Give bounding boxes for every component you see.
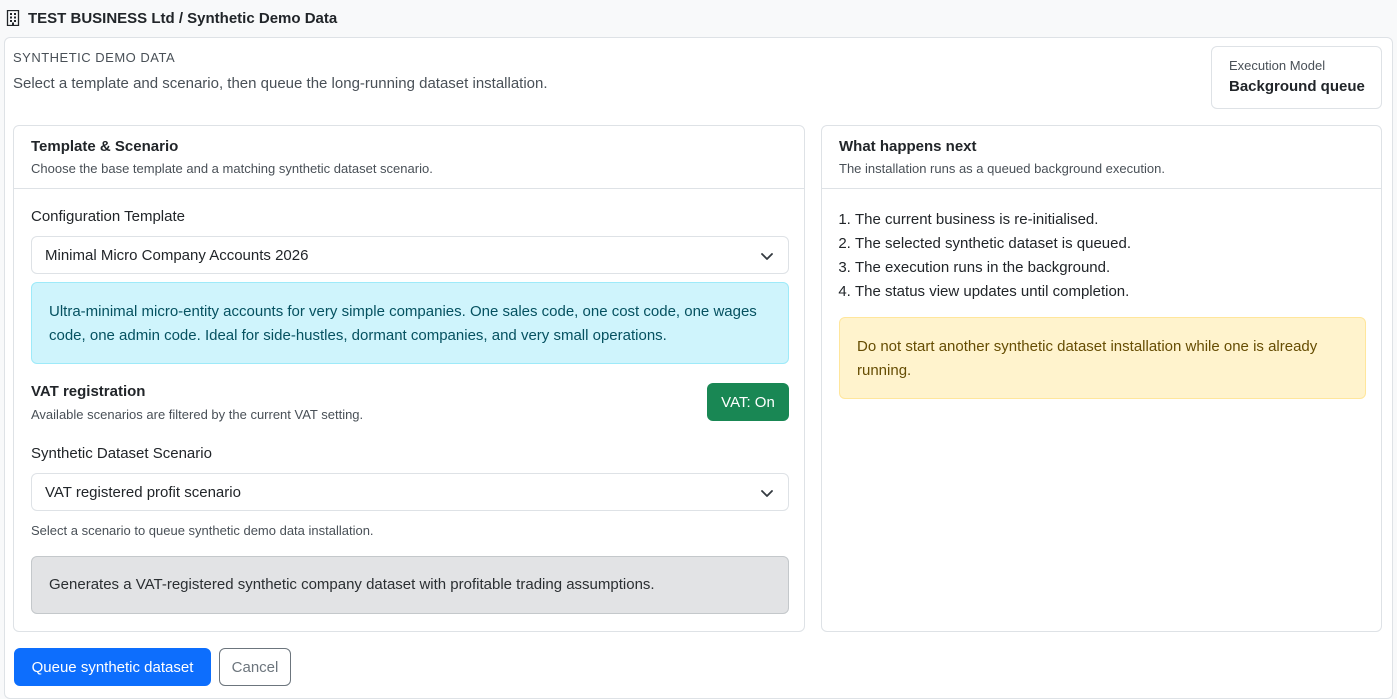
scenario-help-text: Select a scenario to queue synthetic dem… — [31, 523, 374, 538]
list-item: The selected synthetic dataset is queued… — [855, 232, 1131, 256]
card-header: Template & Scenario Choose the base temp… — [14, 126, 804, 189]
main-panel: SYNTHETIC DEMO DATA Select a template an… — [4, 37, 1393, 699]
template-select[interactable]: Minimal Micro Company Accounts 2026 — [31, 236, 789, 274]
steps-list: The current business is re-initialised. … — [855, 208, 1131, 304]
what-happens-next-card: What happens next The installation runs … — [821, 125, 1382, 632]
card-subtitle: Choose the base template and a matching … — [31, 161, 433, 176]
chevron-down-icon — [761, 253, 773, 260]
scenario-select[interactable]: VAT registered profit scenario — [31, 473, 789, 511]
template-label: Configuration Template — [31, 208, 185, 225]
card-title: Template & Scenario — [31, 138, 179, 155]
topbar: TEST BUSINESS Ltd / Synthetic Demo Data — [0, 0, 1397, 36]
section-eyebrow: SYNTHETIC DEMO DATA — [13, 50, 176, 65]
vat-toggle-button[interactable]: VAT: On — [707, 383, 789, 421]
template-info-alert: Ultra-minimal micro-entity accounts for … — [31, 282, 789, 364]
list-item: The execution runs in the background. — [855, 256, 1131, 280]
template-scenario-card: Template & Scenario Choose the base temp… — [13, 125, 805, 632]
cancel-button[interactable]: Cancel — [219, 648, 291, 686]
queue-dataset-button[interactable]: Queue synthetic dataset — [14, 648, 211, 686]
vat-title: VAT registration — [31, 383, 146, 400]
list-item: The current business is re-initialised. — [855, 208, 1131, 232]
building-icon — [6, 10, 20, 26]
warning-alert: Do not start another synthetic dataset i… — [839, 317, 1366, 399]
scenario-select-value: VAT registered profit scenario — [45, 484, 241, 501]
execution-model-box: Execution Model Background queue — [1211, 46, 1382, 109]
card-header: What happens next The installation runs … — [822, 126, 1381, 189]
list-item: The status view updates until completion… — [855, 280, 1131, 304]
chevron-down-icon — [761, 490, 773, 497]
execution-model-label: Execution Model — [1229, 58, 1326, 73]
page-title: TEST BUSINESS Ltd / Synthetic Demo Data — [28, 9, 338, 27]
template-select-value: Minimal Micro Company Accounts 2026 — [45, 247, 309, 264]
scenario-label: Synthetic Dataset Scenario — [31, 445, 212, 462]
section-lead: Select a template and scenario, then que… — [13, 75, 548, 92]
card-subtitle: The installation runs as a queued backgr… — [839, 161, 1165, 176]
scenario-description: Generates a VAT-registered synthetic com… — [31, 556, 789, 614]
card-title: What happens next — [839, 138, 977, 155]
execution-model-value: Background queue — [1229, 78, 1365, 95]
vat-subtitle: Available scenarios are filtered by the … — [31, 407, 364, 422]
